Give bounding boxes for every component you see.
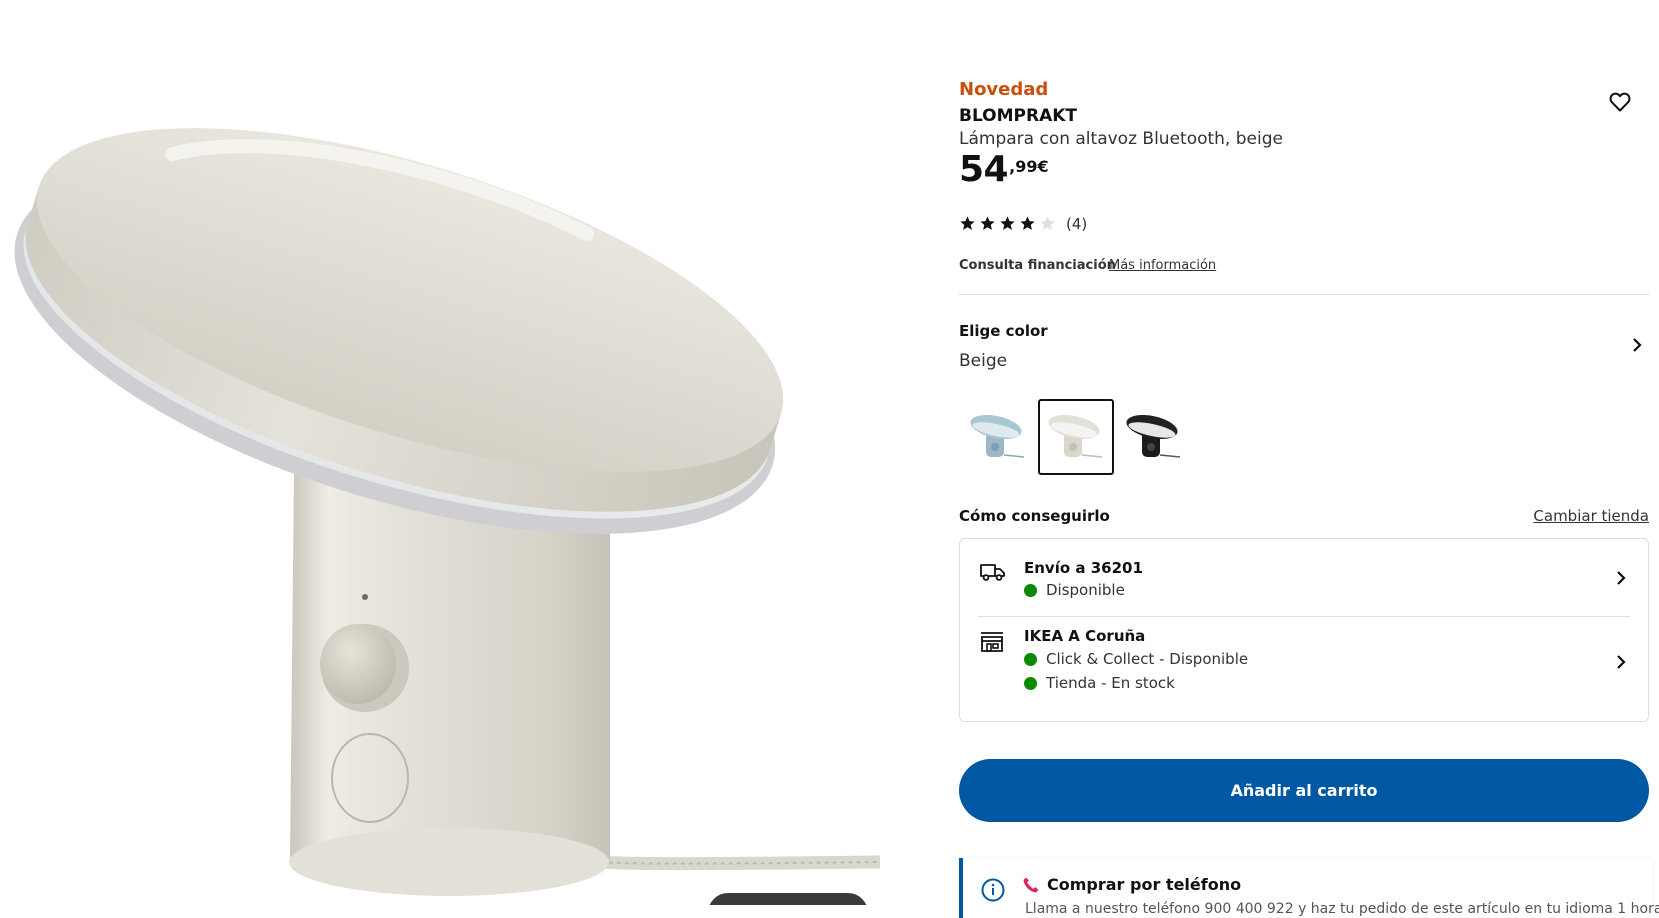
color-swatch-black[interactable] [1116,399,1192,475]
truck-icon [980,564,1005,581]
color-chevron-right-icon[interactable] [1628,336,1646,354]
shipping-status: Disponible [1024,581,1125,599]
store-stock-text: Tienda - En stock [1046,674,1175,692]
blue-lamp-thumbnail-icon [970,414,1025,458]
available-dot-icon [1024,583,1037,597]
info-icon [981,878,1005,902]
chevron-right-icon [1617,655,1626,669]
product-price: 54,99€ [959,152,1049,188]
delivery-section-title: Cómo conseguirlo [959,507,1110,525]
heart-icon [1609,92,1631,112]
rating-stars[interactable] [959,215,1056,232]
phone-order-banner: Comprar por teléfono Llama a nuestro tel… [959,858,1659,918]
product-info-panel: Novedad BLOMPRAKT Lámpara con altavoz Bl… [959,0,1659,918]
new-badge: Novedad [959,79,1049,100]
product-name: BLOMPRAKT [959,106,1078,126]
price-decimal: ,99€ [1009,157,1049,176]
financing-label: Consulta financiación [959,258,1116,273]
review-count[interactable]: (4) [1066,215,1087,233]
phone-order-title: Comprar por teléfono [1047,875,1242,894]
star-filled-icon [1000,216,1015,230]
financing-more-info-link[interactable]: Más información [1109,258,1216,273]
divider [959,294,1649,295]
star-filled-icon [1020,216,1035,230]
gallery-control[interactable] [708,893,868,905]
click-collect-text: Click & Collect - Disponible [1046,650,1249,668]
chevron-right-icon [1617,571,1626,585]
selected-color: Beige [959,351,1008,371]
star-filled-icon [980,216,995,230]
shipping-status-text: Disponible [1046,581,1125,599]
store-icon [981,632,1003,652]
store-stock-status: Tienda - En stock [1024,674,1175,692]
shipping-title: Envío a 36201 [1024,559,1143,577]
product-description: Lámpara con altavoz Bluetooth, beige [959,129,1283,149]
beige-lamp-thumbnail-icon [1048,414,1103,458]
delivery-options-card: Envío a 36201 Disponible IKEA A Coruña C… [959,538,1649,722]
favorite-button[interactable] [1606,88,1634,116]
star-empty-icon [1040,216,1055,230]
available-dot-icon [1024,652,1037,666]
color-swatch-beige[interactable] [1038,399,1114,475]
store-option[interactable]: IKEA A Coruña Click & Collect - Disponib… [960,617,1648,722]
beige-lamp-illustration [14,128,880,896]
indicator-light [362,594,368,600]
color-section-title: Elige color [959,322,1048,340]
price-integer: 54 [959,149,1009,190]
phone-icon [1023,877,1039,893]
available-dot-icon [1024,676,1037,690]
color-swatch-blue[interactable] [960,399,1036,475]
star-filled-icon [960,216,975,230]
product-image[interactable] [0,0,880,905]
add-to-cart-button[interactable]: Añadir al carrito [959,759,1649,822]
change-store-link[interactable]: Cambiar tienda [1533,507,1649,525]
store-title: IKEA A Coruña [1024,627,1146,645]
click-collect-status: Click & Collect - Disponible [1024,650,1248,668]
black-lamp-thumbnail-icon [1126,414,1181,458]
phone-order-description: Llama a nuestro teléfono 900 400 922 y h… [1025,901,1659,917]
shipping-option[interactable]: Envío a 36201 Disponible [960,539,1648,616]
